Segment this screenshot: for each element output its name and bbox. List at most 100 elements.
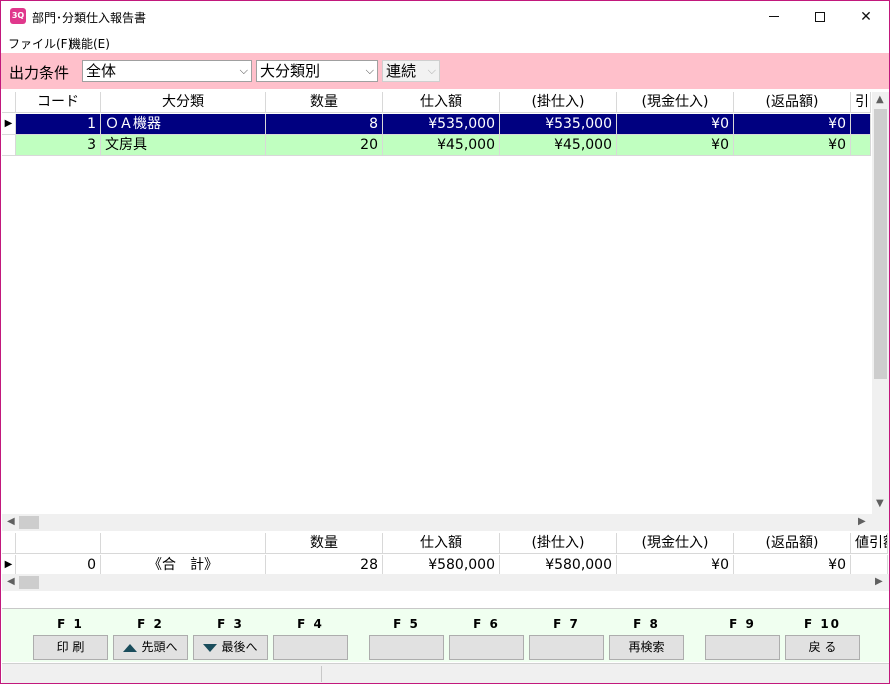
cell-code[interactable]: 1 [16, 114, 101, 135]
title-bar: 3Q 部門･分類仕入報告書 ✕ [1, 1, 889, 32]
f6-button[interactable] [449, 635, 524, 660]
first-record-button[interactable]: 先頭へ [113, 635, 188, 660]
cell-cash[interactable]: ¥0 [617, 135, 734, 156]
fkey-label-f9: F 9 [729, 617, 756, 631]
total-purchase[interactable]: ¥580,000 [383, 555, 500, 576]
table-row[interactable]: ▶ 1 ＯＡ機器 8 ¥535,000 ¥535,000 ¥0 ¥0 [2, 114, 871, 135]
down-arrow-icon [203, 643, 218, 652]
scroll-thumb[interactable] [874, 109, 887, 379]
horizontal-scrollbar[interactable]: ◀ ▶ [2, 514, 889, 531]
cell-returns[interactable]: ¥0 [734, 114, 851, 135]
filter-bar: 出力条件 全体 ⌵ 大分類別 ⌵ 連続 ⌵ [1, 53, 889, 89]
cell-purchase[interactable]: ¥535,000 [383, 114, 500, 135]
total-header-credit: (掛仕入) [500, 533, 617, 554]
total-cash[interactable]: ¥0 [617, 555, 734, 576]
menu-bar: ファイル(F) 機能(E) [1, 32, 889, 52]
f5-button[interactable] [369, 635, 444, 660]
total-returns[interactable]: ¥0 [734, 555, 851, 576]
f4-button[interactable] [273, 635, 348, 660]
col-header-discount[interactable]: 引 [851, 92, 871, 113]
close-button[interactable]: ✕ [843, 1, 889, 32]
fkey-label-f1: F 1 [57, 617, 84, 631]
chevron-down-icon: ⌵ [427, 64, 436, 77]
fkey-label-f5: F 5 [393, 617, 420, 631]
chevron-down-icon: ⌵ [239, 64, 248, 77]
fkey-label-f6: F 6 [473, 617, 500, 631]
total-discount[interactable] [851, 555, 888, 576]
fkey-label-f8: F 8 [633, 617, 660, 631]
f9-button[interactable] [705, 635, 780, 660]
cell-returns[interactable]: ¥0 [734, 135, 851, 156]
col-header-returns[interactable]: (返品額) [734, 92, 851, 113]
maximize-button[interactable] [797, 1, 843, 32]
scroll-thumb[interactable] [19, 516, 39, 529]
fkey-label-f10: F 10 [803, 617, 842, 631]
row-indicator-icon: ▶ [2, 114, 16, 135]
scroll-right-icon[interactable]: ▶ [858, 516, 866, 527]
cell-discount[interactable] [851, 114, 871, 135]
scroll-left-icon[interactable]: ◀ [7, 576, 15, 587]
scroll-up-icon[interactable]: ▲ [876, 94, 884, 105]
fkey-label-f2: F 2 [137, 617, 164, 631]
chevron-down-icon: ⌵ [365, 64, 374, 77]
col-header-credit[interactable]: (掛仕入) [500, 92, 617, 113]
mode-select[interactable]: 連続 ⌵ [382, 60, 440, 82]
total-header-discount: 値引額 [851, 533, 888, 554]
scope-value: 全体 [86, 62, 117, 80]
minimize-icon [769, 16, 779, 17]
f7-button[interactable] [529, 635, 604, 660]
status-segment [2, 666, 322, 682]
table-row[interactable]: 3 文房具 20 ¥45,000 ¥45,000 ¥0 ¥0 [2, 135, 871, 156]
col-header-qty[interactable]: 数量 [266, 92, 383, 113]
up-arrow-icon [123, 643, 138, 652]
fkey-label-f3: F 3 [217, 617, 244, 631]
back-button[interactable]: 戻 る [785, 635, 860, 660]
totals-row[interactable]: ▶ 0 《合 計》 28 ¥580,000 ¥580,000 ¥0 ¥0 [2, 555, 888, 576]
main-grid: コード 大分類 数量 仕入額 (掛仕入) (現金仕入) (返品額) 引 ▶ 1 … [2, 92, 889, 531]
cell-qty[interactable]: 8 [266, 114, 383, 135]
col-header-purchase[interactable]: 仕入額 [383, 92, 500, 113]
vertical-scrollbar[interactable]: ▲ ▼ [872, 92, 889, 514]
menu-function[interactable]: 機能(E) [69, 35, 110, 52]
total-credit[interactable]: ¥580,000 [500, 555, 617, 576]
research-label: 再検索 [628, 640, 665, 654]
grouping-select[interactable]: 大分類別 ⌵ [256, 60, 378, 82]
total-label[interactable]: 《合 計》 [101, 555, 266, 576]
cell-discount[interactable] [851, 135, 871, 156]
grouping-value: 大分類別 [260, 62, 321, 80]
cell-purchase[interactable]: ¥45,000 [383, 135, 500, 156]
app-icon: 3Q [10, 8, 26, 24]
scroll-right-icon[interactable]: ▶ [875, 576, 883, 587]
minimize-button[interactable] [751, 1, 797, 32]
scope-select[interactable]: 全体 ⌵ [82, 60, 252, 82]
cell-code[interactable]: 3 [16, 135, 101, 156]
cell-qty[interactable]: 20 [266, 135, 383, 156]
totals-header: 数量 仕入額 (掛仕入) (現金仕入) (返品額) 値引額 [2, 533, 888, 554]
function-key-bar: F 1 印 刷 F 2 先頭へ F 3 最後へ F 4 F 5 F 6 F 7 … [2, 608, 889, 662]
mode-value: 連続 [386, 62, 417, 80]
scroll-down-icon[interactable]: ▼ [876, 498, 884, 509]
cell-category[interactable]: 文房具 [101, 135, 266, 156]
scroll-thumb[interactable] [19, 576, 39, 589]
total-header-qty: 数量 [266, 533, 383, 554]
print-button[interactable]: 印 刷 [33, 635, 108, 660]
fkey-label-f4: F 4 [297, 617, 324, 631]
cell-cash[interactable]: ¥0 [617, 114, 734, 135]
last-record-button[interactable]: 最後へ [193, 635, 268, 660]
cell-credit[interactable]: ¥535,000 [500, 114, 617, 135]
col-header-code[interactable]: コード [16, 92, 101, 113]
total-header-cash: (現金仕入) [617, 533, 734, 554]
menu-file[interactable]: ファイル(F) [8, 35, 72, 52]
research-button[interactable]: 再検索 [609, 635, 684, 660]
total-header-returns: (返品額) [734, 533, 851, 554]
total-qty[interactable]: 28 [266, 555, 383, 576]
col-header-cash[interactable]: (現金仕入) [617, 92, 734, 113]
close-icon: ✕ [860, 8, 872, 25]
cell-credit[interactable]: ¥45,000 [500, 135, 617, 156]
total-code[interactable]: 0 [16, 555, 101, 576]
scroll-left-icon[interactable]: ◀ [7, 516, 15, 527]
col-header-category[interactable]: 大分類 [101, 92, 266, 113]
cell-category[interactable]: ＯＡ機器 [101, 114, 266, 135]
totals-horizontal-scrollbar[interactable]: ◀ ▶ [2, 574, 889, 591]
row-indicator-icon: ▶ [2, 555, 16, 576]
